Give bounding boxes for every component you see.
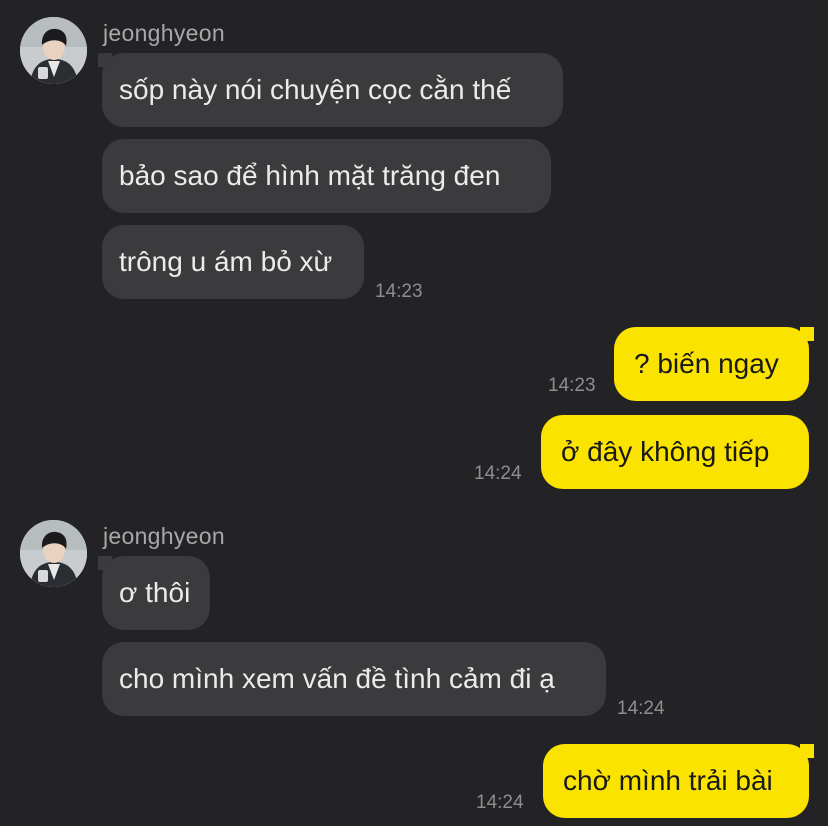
- message-timestamp: 14:24: [476, 792, 524, 813]
- avatar[interactable]: [20, 17, 87, 84]
- message-bubble-incoming[interactable]: ơ thôi: [102, 556, 210, 630]
- message-bubble-outgoing[interactable]: chờ mình trải bài: [543, 744, 809, 818]
- message-timestamp: 14:24: [617, 698, 665, 719]
- message-bubble-outgoing[interactable]: ? biến ngay: [614, 327, 809, 401]
- message-bubble-incoming[interactable]: sốp này nói chuyện cọc cằn thế: [102, 53, 563, 127]
- message-bubble-incoming[interactable]: bảo sao để hình mặt trăng đen: [102, 139, 551, 213]
- avatar[interactable]: [20, 520, 87, 587]
- profile-photo-icon: [20, 520, 87, 587]
- sender-name: jeonghyeon: [103, 523, 225, 549]
- message-bubble-incoming[interactable]: cho mình xem vấn đề tình cảm đi ạ: [102, 642, 606, 716]
- profile-photo-icon: [20, 17, 87, 84]
- chat-thread[interactable]: jeonghyeon sốp này nói chuyện cọc cằn th…: [0, 0, 828, 826]
- message-bubble-incoming[interactable]: trông u ám bỏ xừ: [102, 225, 364, 299]
- message-timestamp: 14:23: [548, 375, 596, 396]
- message-timestamp: 14:24: [474, 463, 522, 484]
- message-bubble-outgoing[interactable]: ở đây không tiếp: [541, 415, 809, 489]
- message-timestamp: 14:23: [375, 281, 423, 302]
- sender-name: jeonghyeon: [103, 20, 225, 46]
